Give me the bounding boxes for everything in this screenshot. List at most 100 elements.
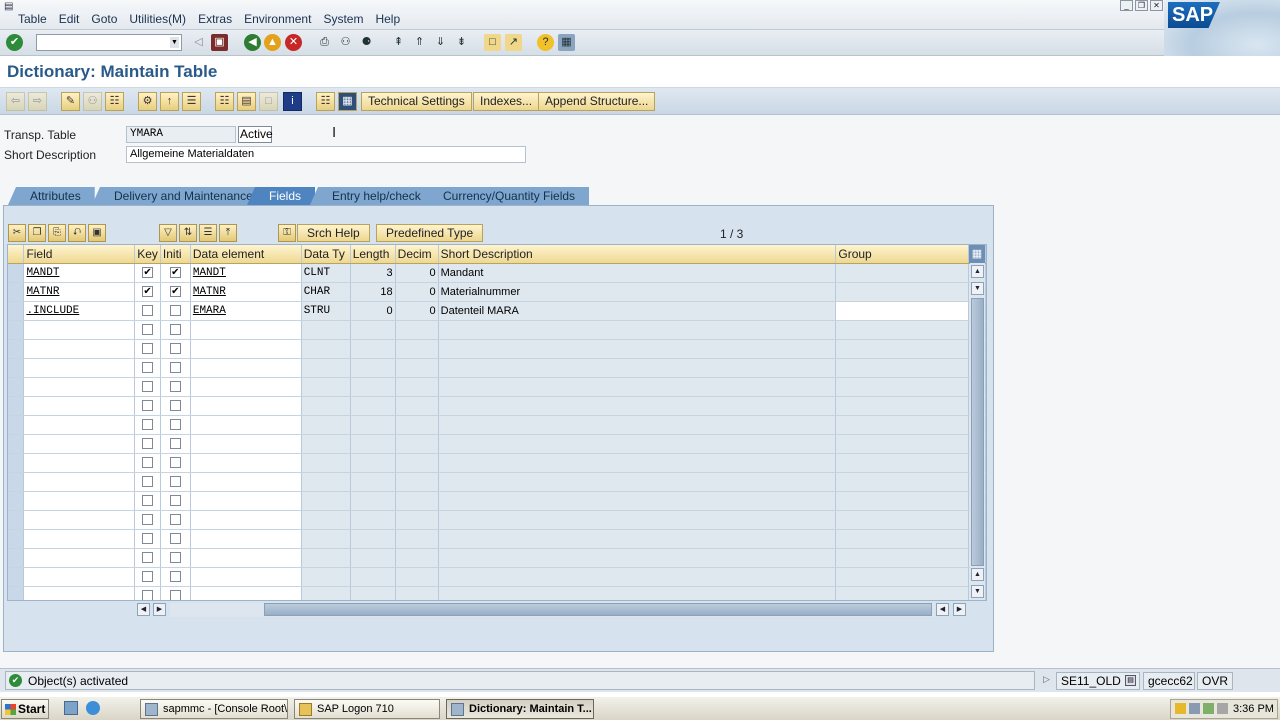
row-selector[interactable] <box>8 529 25 549</box>
menu-utilities-m[interactable]: Utilities(M) <box>129 12 186 26</box>
previous-icon[interactable]: ◁ <box>190 34 207 51</box>
taskbar-item-dictionary[interactable]: Dictionary: Maintain T... <box>446 699 594 719</box>
field-name-cell[interactable] <box>23 453 136 473</box>
append-structure-button[interactable]: Append Structure... <box>538 92 656 111</box>
data-element-cell[interactable] <box>190 586 302 600</box>
group-cell[interactable] <box>835 301 969 321</box>
structure-icon[interactable]: ☷ <box>316 92 335 111</box>
column-header-key[interactable]: Key <box>134 245 161 264</box>
data-element-cell[interactable] <box>190 453 302 473</box>
menu-system[interactable]: System <box>323 12 363 26</box>
tab-delivery-maintenance[interactable]: Delivery and Maintenance <box>92 187 267 205</box>
table-settings-icon[interactable]: ▦ <box>968 245 986 264</box>
field-name-cell[interactable] <box>23 339 136 359</box>
find-next-icon[interactable]: ⚈ <box>358 34 375 51</box>
data-element[interactable]: MANDT <box>193 267 226 279</box>
initial-checkbox[interactable] <box>169 419 181 431</box>
tray-icon-1[interactable] <box>1175 703 1186 714</box>
field-name-cell[interactable] <box>23 472 136 492</box>
key-checkbox[interactable] <box>142 457 154 469</box>
field-name[interactable]: MATNR <box>26 286 59 298</box>
field-name-cell[interactable] <box>23 567 136 587</box>
key-checkbox[interactable] <box>142 362 154 374</box>
cancel-icon[interactable]: ✕ <box>285 34 302 51</box>
field-name-cell[interactable] <box>23 396 136 416</box>
row-selector[interactable] <box>8 282 25 302</box>
table-contents-icon[interactable]: ▤ <box>237 92 256 111</box>
key-checkbox[interactable] <box>142 495 154 507</box>
field-name-cell[interactable] <box>23 415 136 435</box>
field-name-cell[interactable] <box>23 510 136 530</box>
menu-table[interactable]: Table <box>18 12 47 26</box>
system-menu-icon[interactable]: ▤ <box>4 1 16 12</box>
initial-checkbox[interactable] <box>169 590 181 600</box>
initial-checkbox[interactable] <box>169 495 181 507</box>
next-page-icon[interactable]: ⇓ <box>432 34 449 51</box>
cut-icon[interactable]: ✂ <box>8 224 26 242</box>
column-header-decimals[interactable]: Decim <box>395 245 439 264</box>
field-name-cell[interactable] <box>23 377 136 397</box>
column-header-initial[interactable]: Initi <box>160 245 191 264</box>
close-window-icon[interactable]: ✕ <box>1150 0 1163 11</box>
data-element-cell[interactable] <box>190 396 302 416</box>
field-name-cell[interactable]: MATNR <box>23 282 136 302</box>
group-cell[interactable] <box>835 282 969 302</box>
initial-checkbox[interactable] <box>169 400 181 412</box>
key-checkbox[interactable] <box>142 590 154 600</box>
initial-checkbox[interactable] <box>169 343 181 355</box>
column-header-field[interactable]: Field <box>23 245 136 264</box>
insert-row-icon[interactable]: ⮏ <box>68 224 86 242</box>
key-checkbox[interactable]: ✔ <box>142 267 154 279</box>
row-selector[interactable] <box>8 548 25 568</box>
back-icon[interactable]: ◀ <box>244 34 261 51</box>
initial-checkbox[interactable]: ✔ <box>169 286 181 298</box>
row-selector[interactable] <box>8 567 25 587</box>
initial-checkbox[interactable] <box>169 476 181 488</box>
shortcut-icon[interactable]: ↗ <box>505 34 522 51</box>
previous-page-icon[interactable]: ⇑ <box>411 34 428 51</box>
previous-object-icon[interactable]: ⇦ <box>6 92 25 111</box>
database-icon[interactable]: ▦ <box>338 92 357 111</box>
key-checkbox[interactable] <box>142 324 154 336</box>
row-selector[interactable] <box>8 510 25 530</box>
paste-icon[interactable]: ⎘ <box>48 224 66 242</box>
key-checkbox[interactable] <box>142 552 154 564</box>
activate-icon[interactable]: ⚙ <box>138 92 157 111</box>
srch-help-button[interactable]: Srch Help <box>297 224 370 242</box>
row-selector[interactable] <box>8 472 25 492</box>
data-element-cell[interactable] <box>190 567 302 587</box>
field-name-cell[interactable]: .INCLUDE <box>23 301 136 321</box>
tab-attributes[interactable]: Attributes <box>8 187 95 205</box>
scroll-left-icon[interactable]: ◀ <box>137 603 150 616</box>
field-name-cell[interactable] <box>23 586 136 600</box>
field-name-cell[interactable] <box>23 320 136 340</box>
horizontal-scroll-thumb[interactable] <box>264 603 932 616</box>
details-icon[interactable]: ☰ <box>199 224 217 242</box>
scroll-up-icon[interactable]: ▲ <box>971 265 984 278</box>
check-icon[interactable]: ☷ <box>105 92 124 111</box>
data-element-cell[interactable] <box>190 377 302 397</box>
first-page-icon[interactable]: ⇞ <box>390 34 407 51</box>
key-checkbox[interactable] <box>142 305 154 317</box>
data-element-cell[interactable] <box>190 529 302 549</box>
key-checkbox[interactable] <box>142 343 154 355</box>
column-header-short-description[interactable]: Short Description <box>438 245 837 264</box>
field-name[interactable]: .INCLUDE <box>26 305 79 317</box>
sort-icon[interactable]: ⇅ <box>179 224 197 242</box>
row-selector[interactable] <box>8 415 25 435</box>
scroll-down-icon[interactable]: ▼ <box>971 282 984 295</box>
filter-icon[interactable]: ▽ <box>159 224 177 242</box>
row-selector[interactable] <box>8 301 25 321</box>
data-element-cell[interactable] <box>190 339 302 359</box>
field-name[interactable]: MANDT <box>26 267 59 279</box>
tray-icon-3[interactable] <box>1203 703 1214 714</box>
column-header-length[interactable]: Length <box>350 245 396 264</box>
data-element-cell[interactable] <box>190 472 302 492</box>
row-selector[interactable] <box>8 320 25 340</box>
quicklaunch-desktop-icon[interactable] <box>64 701 78 715</box>
menu-extras[interactable]: Extras <box>198 12 232 26</box>
new-session-icon[interactable]: □ <box>484 34 501 51</box>
command-field[interactable]: ▼ <box>36 34 182 51</box>
data-element-cell[interactable] <box>190 548 302 568</box>
data-element-cell[interactable] <box>190 434 302 454</box>
